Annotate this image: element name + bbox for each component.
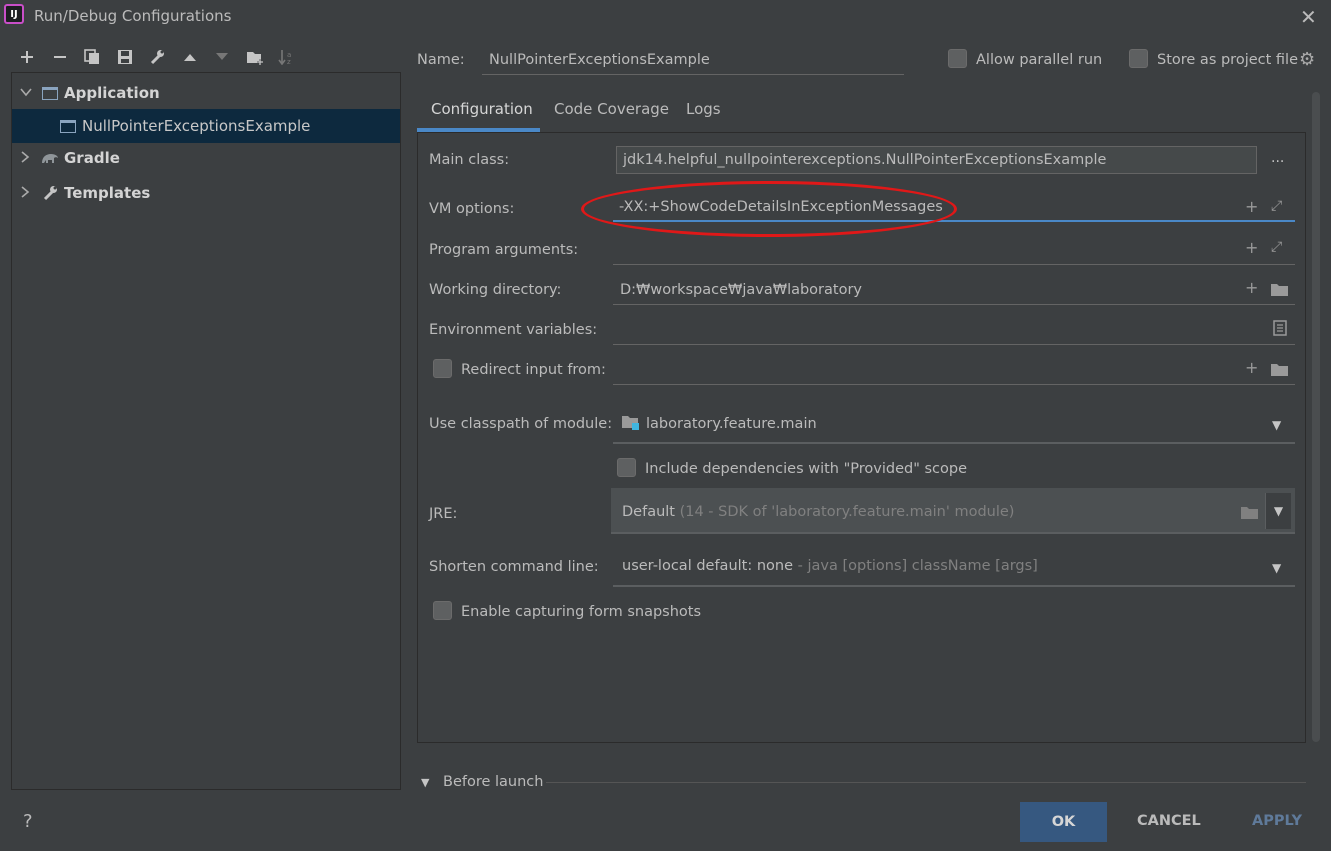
tree-item-gradle[interactable]: Gradle — [12, 141, 400, 175]
application-icon — [40, 85, 60, 101]
sort-icon[interactable]: az — [276, 46, 298, 68]
environment-variables-input[interactable] — [613, 317, 1295, 345]
intellij-logo-icon: IJ — [4, 4, 24, 24]
folder-icon[interactable] — [1240, 505, 1260, 524]
main-class-value: jdk14.helpful_nullpointerexceptions.Null… — [623, 152, 1107, 168]
allow-parallel-run-label: Allow parallel run — [976, 52, 1103, 68]
redirect-input-label: Redirect input from: — [461, 362, 606, 378]
cancel-button[interactable]: CANCEL — [1137, 813, 1201, 829]
environment-variables-label: Environment variables: — [429, 322, 598, 338]
folder-icon[interactable] — [1270, 282, 1290, 301]
gradle-icon — [40, 150, 60, 166]
browse-main-class-button[interactable]: ... — [1271, 150, 1284, 166]
vm-options-label: VM options: — [429, 201, 515, 217]
before-launch-divider — [546, 782, 1306, 783]
classpath-module-label: Use classpath of module: — [429, 416, 613, 432]
shorten-hint: - java [options] className [args] — [797, 558, 1038, 574]
module-icon — [621, 414, 641, 436]
chevron-down-icon[interactable]: ▼ — [1272, 418, 1281, 432]
help-icon[interactable]: ? — [23, 811, 33, 832]
expand-icon[interactable]: ⤢ — [1271, 239, 1282, 255]
copy-icon[interactable] — [81, 46, 103, 68]
jre-default: Default — [622, 504, 675, 520]
store-as-project-file-checkbox[interactable] — [1129, 49, 1148, 68]
capture-snapshots-checkbox[interactable] — [433, 601, 452, 620]
add-icon[interactable]: + — [1245, 358, 1258, 377]
tree-item-label: Templates — [64, 184, 151, 202]
tree-item-label: NullPointerExceptionsExample — [82, 117, 311, 135]
name-label: Name: — [417, 52, 465, 68]
capture-snapshots-label: Enable capturing form snapshots — [461, 604, 702, 620]
apply-button[interactable]: APPLY — [1252, 813, 1302, 829]
program-arguments-input[interactable] — [613, 237, 1295, 265]
remove-icon[interactable] — [49, 46, 71, 68]
wrench-icon — [40, 185, 60, 201]
allow-parallel-run-checkbox[interactable] — [948, 49, 967, 68]
tree-item-label: Gradle — [64, 149, 120, 167]
ok-button[interactable]: OK — [1020, 802, 1107, 842]
chevron-right-icon[interactable] — [20, 185, 34, 201]
expand-icon[interactable]: ⤢ — [1271, 198, 1282, 214]
jre-hint: (14 - SDK of 'laboratory.feature.main' m… — [679, 504, 1015, 520]
wrench-icon[interactable] — [146, 46, 168, 68]
highlight-oval — [581, 181, 957, 237]
shorten-command-line-label: Shorten command line: — [429, 559, 599, 575]
tree-item-application[interactable]: Application — [12, 76, 400, 110]
document-icon[interactable] — [1273, 320, 1287, 340]
move-up-icon[interactable] — [179, 46, 201, 68]
configuration-tree: Application NullPointerExceptionsExample… — [11, 72, 401, 790]
add-icon[interactable]: + — [1245, 238, 1258, 257]
tab-configuration[interactable]: Configuration — [431, 100, 533, 118]
chevron-down-icon[interactable]: ▼ — [421, 776, 429, 789]
add-icon[interactable]: + — [1245, 197, 1258, 216]
window-title: Run/Debug Configurations — [34, 7, 232, 25]
shorten-value: user-local default: none — [622, 558, 794, 574]
add-icon[interactable]: + — [1245, 278, 1258, 297]
working-directory-label: Working directory: — [429, 282, 562, 298]
before-launch-label[interactable]: Before launch — [443, 774, 543, 790]
jre-label: JRE: — [429, 506, 458, 522]
redirect-input-checkbox[interactable] — [433, 359, 452, 378]
tab-code-coverage[interactable]: Code Coverage — [554, 100, 669, 118]
chevron-down-icon[interactable] — [20, 86, 34, 100]
shorten-command-line-value: user-local default: none - java [options… — [622, 558, 1038, 574]
jre-dropdown-button[interactable]: ▼ — [1265, 493, 1291, 529]
chevron-down-icon[interactable]: ▼ — [1272, 561, 1281, 575]
tree-item-label: Application — [64, 84, 160, 102]
include-provided-label: Include dependencies with "Provided" sco… — [645, 461, 968, 477]
folder-icon[interactable] — [1270, 362, 1290, 381]
chevron-down-icon: ▼ — [1273, 504, 1284, 518]
gear-icon[interactable]: ⚙ — [1299, 49, 1315, 70]
redirect-input-field[interactable] — [613, 357, 1295, 385]
tree-item-templates[interactable]: Templates — [12, 176, 400, 210]
add-icon[interactable] — [16, 46, 38, 68]
move-down-icon[interactable] — [211, 46, 233, 68]
include-provided-checkbox[interactable] — [617, 458, 636, 477]
save-icon[interactable] — [114, 46, 136, 68]
chevron-right-icon[interactable] — [20, 150, 34, 166]
tree-item-nullpointer-example[interactable]: NullPointerExceptionsExample — [12, 109, 400, 143]
title-bar: IJ Run/Debug Configurations ✕ — [0, 0, 1331, 34]
name-value: NullPointerExceptionsExample — [489, 52, 710, 68]
close-icon[interactable]: ✕ — [1300, 5, 1317, 29]
svg-text:z: z — [287, 58, 291, 65]
scrollbar[interactable] — [1312, 92, 1320, 742]
store-as-project-file-label: Store as project file — [1157, 52, 1298, 68]
new-folder-icon[interactable] — [244, 46, 266, 68]
tab-logs[interactable]: Logs — [686, 100, 721, 118]
jre-value: Default (14 - SDK of 'laboratory.feature… — [622, 504, 1014, 520]
working-directory-value: D:₩workspace₩java₩laboratory — [620, 282, 863, 298]
application-config-icon — [58, 118, 78, 134]
classpath-module-value: laboratory.feature.main — [646, 416, 817, 432]
program-arguments-label: Program arguments: — [429, 242, 579, 258]
main-class-label: Main class: — [429, 152, 510, 168]
